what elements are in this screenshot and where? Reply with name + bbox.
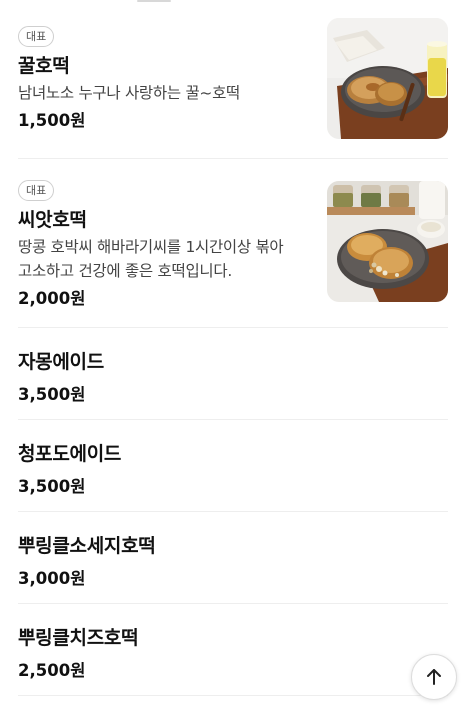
description-line: 고소하고 건강에 좋은 호떡입니다. [18,262,232,280]
menu-item-green-grape-ade[interactable]: 청포도에이드 3,500원 [18,420,448,512]
menu-item-name: 씨앗호떡 [18,209,87,231]
menu-item-bburinkle-cheese-hotteok[interactable]: 뿌링클치즈호떡 2,500원 [18,604,448,696]
menu-item-description: 남녀노소 누구나 사랑하는 꿀~호떡 [18,81,308,105]
menu-item-bburinkle-sausage-hotteok[interactable]: 뿌링클소세지호떡 3,000원 [18,512,448,604]
menu-item-name: 뿌링클치즈호떡 [18,627,139,649]
signature-badge: 대표 [18,26,55,47]
menu-item-price: 3,000원 [18,569,86,588]
menu-item-text: 뿌링클소세지호떡 3,000원 [18,533,156,591]
description-line: 땅콩 호박씨 해바라기씨를 1시간이상 볶아 [18,238,284,256]
menu-item-grapefruit-ade[interactable]: 자몽에이드 3,500원 [18,328,448,420]
menu-item-name: 뿌링클소세지호떡 [18,535,156,557]
scroll-to-top-button[interactable] [411,654,457,700]
signature-badge: 대표 [18,180,55,201]
menu-item-text: 뿌링클치즈호떡 2,500원 [18,625,139,683]
menu-item-price: 2,000원 [18,289,86,308]
menu-item-price: 3,500원 [18,385,86,404]
seed-hotteok-photo [327,181,448,302]
menu-item-price: 1,500원 [18,111,86,130]
honey-hotteok-photo [327,18,448,139]
menu-item-price: 2,500원 [18,661,86,680]
menu-item-honey-hotteok[interactable]: 대표 꿀호떡 남녀노소 누구나 사랑하는 꿀~호떡 1,500원 [18,0,448,159]
menu-item-text: 자몽에이드 3,500원 [18,349,104,407]
menu-item-name: 꿀호떡 [18,55,70,77]
arrow-up-icon [427,669,441,685]
menu-item-description: 땅콩 호박씨 해바라기씨를 1시간이상 볶아 고소하고 건강에 좋은 호떡입니다… [18,235,308,283]
description-line: 남녀노소 누구나 사랑하는 꿀~호떡 [18,84,241,102]
menu-item-text: 청포도에이드 3,500원 [18,441,121,499]
menu-page: 대표 꿀호떡 남녀노소 누구나 사랑하는 꿀~호떡 1,500원 대표 씨앗호떡… [0,0,466,709]
menu-item-name: 자몽에이드 [18,351,104,373]
menu-item-price: 3,500원 [18,477,86,496]
menu-item-text: 대표 꿀호떡 남녀노소 누구나 사랑하는 꿀~호떡 1,500원 [18,25,308,133]
menu-item-text: 대표 씨앗호떡 땅콩 호박씨 해바라기씨를 1시간이상 볶아 고소하고 건강에 … [18,179,308,311]
menu-item-name: 청포도에이드 [18,443,122,465]
menu-item-seed-hotteok[interactable]: 대표 씨앗호떡 땅콩 호박씨 해바라기씨를 1시간이상 볶아 고소하고 건강에 … [18,159,448,328]
menu-list: 대표 꿀호떡 남녀노소 누구나 사랑하는 꿀~호떡 1,500원 대표 씨앗호떡… [0,0,466,696]
